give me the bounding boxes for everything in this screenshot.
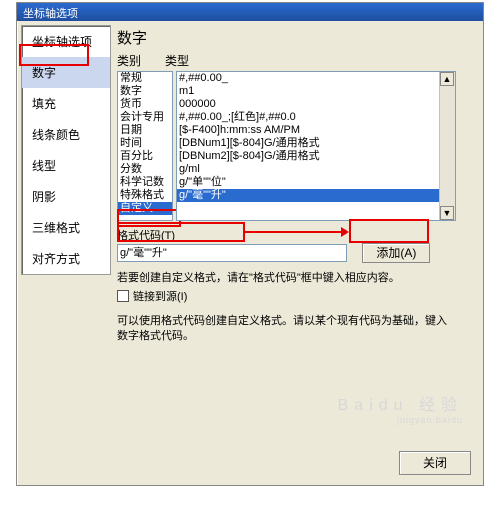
list-item[interactable]: 分数 bbox=[118, 163, 172, 176]
watermark: Baidu 经验 jingyan.baidu bbox=[323, 391, 463, 425]
format-code-input[interactable]: g/"毫""升" bbox=[117, 244, 347, 262]
list-item[interactable]: 特殊格式 bbox=[118, 189, 172, 202]
list-item[interactable]: #,##0.00_;[红色]#,##0.0 bbox=[177, 111, 455, 124]
scroll-down-icon[interactable]: ▼ bbox=[440, 206, 454, 220]
list-item[interactable]: g/ml bbox=[177, 163, 455, 176]
category-listbox[interactable]: 常规 数字 货币 会计专用 日期 时间 百分比 分数 科学记数 特殊格式 自定义 bbox=[117, 71, 173, 221]
main-panel: 数字 类别 类型 常规 数字 货币 会计专用 日期 时间 百分比 分数 科学记数… bbox=[117, 27, 477, 344]
list-item-selected[interactable]: 自定义 bbox=[118, 202, 172, 215]
scroll-up-icon[interactable]: ▲ bbox=[440, 72, 454, 86]
list-item[interactable]: 数字 bbox=[118, 85, 172, 98]
list-item[interactable]: 科学记数 bbox=[118, 176, 172, 189]
dialog-window: 坐标轴选项 坐标轴选项 数字 填充 线条颜色 线型 阴影 三维格式 对齐方式 数… bbox=[16, 2, 484, 486]
list-item[interactable]: g/"单""位" bbox=[177, 176, 455, 189]
sidebar-item-3d-format[interactable]: 三维格式 bbox=[22, 212, 110, 243]
list-item[interactable]: 会计专用 bbox=[118, 111, 172, 124]
sidebar-item-axis-options[interactable]: 坐标轴选项 bbox=[22, 26, 110, 57]
sidebar-item-alignment[interactable]: 对齐方式 bbox=[22, 243, 110, 274]
sidebar-item-line-color[interactable]: 线条颜色 bbox=[22, 119, 110, 150]
list-item[interactable]: [$-F400]h:mm:ss AM/PM bbox=[177, 124, 455, 137]
close-button[interactable]: 关闭 bbox=[399, 451, 471, 475]
list-item[interactable]: [DBNum2][$-804]G/通用格式 bbox=[177, 150, 455, 163]
sidebar-item-shadow[interactable]: 阴影 bbox=[22, 181, 110, 212]
panel-heading: 数字 bbox=[117, 27, 477, 48]
list-item[interactable]: 货币 bbox=[118, 98, 172, 111]
sidebar: 坐标轴选项 数字 填充 线条颜色 线型 阴影 三维格式 对齐方式 bbox=[21, 25, 111, 275]
link-source-checkbox[interactable] bbox=[117, 290, 129, 302]
link-source-label: 链接到源(I) bbox=[133, 288, 187, 304]
watermark-line1: Baidu 经验 bbox=[323, 391, 463, 415]
list-item[interactable]: 常规 bbox=[118, 72, 172, 85]
watermark-line2: jingyan.baidu bbox=[323, 415, 463, 425]
hint-text: 若要创建自定义格式，请在"格式代码"框中键入相应内容。 bbox=[117, 271, 477, 286]
list-item[interactable]: 百分比 bbox=[118, 150, 172, 163]
scrollbar[interactable]: ▲ ▼ bbox=[439, 72, 455, 220]
annotation-highlight bbox=[117, 222, 245, 242]
annotation-highlight bbox=[349, 219, 429, 243]
list-item[interactable]: [DBNum1][$-804]G/通用格式 bbox=[177, 137, 455, 150]
sidebar-item-number[interactable]: 数字 bbox=[22, 57, 110, 88]
list-item[interactable]: 000000 bbox=[177, 98, 455, 111]
list-item[interactable]: #,##0.00_ bbox=[177, 72, 455, 85]
category-label: 类别 bbox=[117, 52, 165, 69]
list-item[interactable]: 时间 bbox=[118, 137, 172, 150]
titlebar: 坐标轴选项 bbox=[17, 3, 483, 21]
list-item[interactable]: 日期 bbox=[118, 124, 172, 137]
format-listbox[interactable]: #,##0.00_ m1 000000 #,##0.00_;[红色]#,##0.… bbox=[176, 71, 456, 221]
sidebar-item-fill[interactable]: 填充 bbox=[22, 88, 110, 119]
add-button[interactable]: 添加(A) bbox=[362, 243, 430, 263]
format-label: 类型 bbox=[165, 52, 477, 69]
sidebar-item-line-style[interactable]: 线型 bbox=[22, 150, 110, 181]
list-item[interactable]: m1 bbox=[177, 85, 455, 98]
list-item-selected[interactable]: g/"毫""升" bbox=[177, 189, 455, 202]
hint-text-2: 可以使用格式代码创建自定义格式。请以某个现有代码为基础，键入数字格式代码。 bbox=[117, 314, 457, 344]
